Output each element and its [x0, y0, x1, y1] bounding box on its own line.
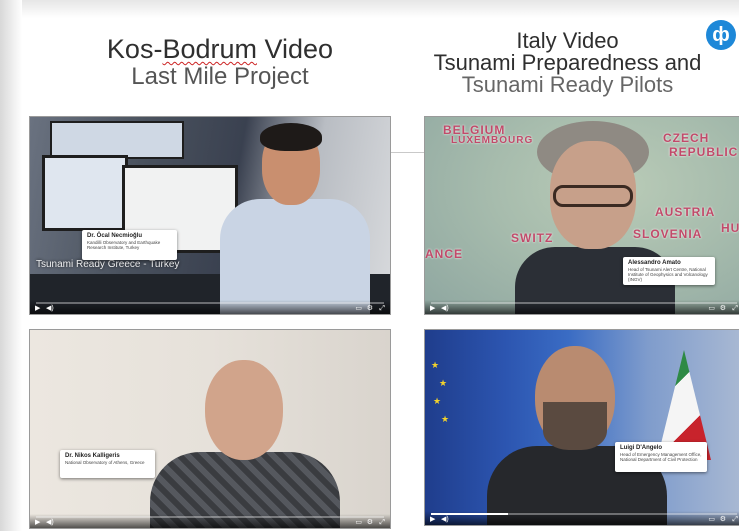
flag-star: ★	[439, 378, 448, 388]
play-icon[interactable]: ▶	[35, 305, 40, 313]
speaker-affiliation: Head of Emergency Management Office, Nat…	[620, 451, 702, 463]
right-section-heading: Italy Video Tsunami Preparedness and Tsu…	[405, 30, 730, 96]
speaker-name-card: Luigi D'Angelo Head of Emergency Managem…	[615, 442, 707, 472]
speaker-name: Luigi D'Angelo	[620, 445, 663, 451]
speaker-name: Alessandro Amato	[628, 260, 681, 266]
speaker-name: Dr. Nikos Kalligeris	[65, 453, 120, 459]
captions-icon[interactable]: ▭	[355, 305, 362, 313]
progress-bar[interactable]	[36, 516, 384, 518]
map-label: LUXEMBOURG	[451, 135, 534, 146]
flag-star: ★	[431, 360, 440, 370]
speaker-name: Dr. Öcal Necmioğlu	[87, 233, 143, 239]
video-control-bar: ▶ ◀) ▭ ⚙ ⤢	[425, 511, 739, 525]
settings-icon[interactable]: ⚙	[367, 305, 373, 313]
left-heading-line2: Last Mile Project	[131, 63, 309, 90]
left-heading-prefix: Kos-	[106, 34, 163, 64]
speaker-name-card: Dr. Nikos Kalligeris National Observator…	[60, 450, 155, 478]
left-heading-location-word: Bodrum	[162, 34, 257, 64]
speaker-name-card: Alessandro Amato Head of Tsunami Alert C…	[623, 257, 715, 285]
left-section-heading: Kos-Bodrum Video Last Mile Project	[60, 36, 380, 89]
fullscreen-icon[interactable]: ⤢	[732, 305, 738, 313]
map-label: CZECH	[663, 131, 710, 145]
video-player-kos-bodrum-2[interactable]: Dr. Nikos Kalligeris National Observator…	[30, 330, 390, 528]
speaker-affiliation: Head of Tsunami Alert Centre, National I…	[628, 266, 708, 283]
flag-star: ★	[441, 414, 450, 424]
fullscreen-icon[interactable]: ⤢	[732, 516, 738, 524]
speaker-affiliation: National Observatory of Athens, Greece	[65, 459, 145, 465]
glasses	[553, 185, 633, 207]
play-icon[interactable]: ▶	[35, 519, 40, 527]
play-icon[interactable]: ▶	[430, 516, 435, 524]
video-player-kos-bodrum-1[interactable]: Tsunami Ready Greece - Turkey Dr. Öcal N…	[30, 117, 390, 314]
connector-line	[390, 152, 425, 153]
left-heading-line1: Kos-Bodrum Video	[60, 36, 380, 63]
play-icon[interactable]: ▶	[430, 305, 435, 313]
volume-icon[interactable]: ◀)	[441, 305, 449, 313]
map-label: AUSTRIA	[655, 205, 716, 219]
monitor-screen	[42, 155, 128, 231]
left-shadow	[0, 0, 22, 531]
speaker-affiliation: Kandilli Observatory and Earthquake Rese…	[87, 239, 161, 251]
volume-icon[interactable]: ◀)	[46, 305, 54, 313]
map-label: ANCE	[425, 247, 464, 261]
video-control-bar: ▶ ◀) ▭ ⚙ ⤢	[425, 300, 739, 314]
flag-star: ★	[433, 396, 442, 406]
map-label: SLOVENIA	[633, 227, 703, 241]
map-label: SWITZ	[511, 231, 554, 245]
speaker-beard	[543, 402, 607, 450]
right-heading-line3: Tsunami Ready Pilots	[461, 72, 674, 97]
settings-icon[interactable]: ⚙	[720, 305, 726, 313]
progress-bar[interactable]	[431, 302, 737, 304]
progress-fill	[431, 513, 508, 515]
captions-icon[interactable]: ▭	[355, 519, 362, 527]
top-shadow	[0, 0, 739, 18]
monitor-screen	[50, 121, 184, 159]
video-player-italy-2[interactable]: ★ ★ ★ ★ Luigi D'Angelo Head of Emergency…	[425, 330, 739, 525]
speaker-name-card: Dr. Öcal Necmioğlu Kandilli Observatory …	[82, 230, 177, 260]
fullscreen-icon[interactable]: ⤢	[379, 519, 385, 527]
video-control-bar: ▶ ◀) ▭ ⚙ ⤢	[30, 300, 390, 314]
settings-icon[interactable]: ⚙	[367, 519, 373, 527]
captions-icon[interactable]: ▭	[708, 516, 715, 524]
settings-icon[interactable]: ⚙	[720, 516, 726, 524]
fullscreen-icon[interactable]: ⤢	[379, 305, 385, 313]
captions-icon[interactable]: ▭	[708, 305, 715, 313]
map-label: REPUBLIC	[669, 145, 739, 159]
speaker-hair	[260, 123, 322, 151]
map-label: HUN	[721, 221, 739, 235]
right-heading-line1: Italy Video	[516, 28, 619, 53]
speaker-head	[205, 360, 283, 460]
video-caption: Tsunami Ready Greece - Turkey	[36, 259, 180, 270]
ocean-organization-logo-icon: ф	[706, 20, 736, 50]
speaker-figure	[220, 199, 370, 314]
volume-icon[interactable]: ◀)	[441, 516, 449, 524]
video-player-italy-1[interactable]: BELGIUM LUXEMBOURG CZECH REPUBLIC AUSTRI…	[425, 117, 739, 314]
progress-bar[interactable]	[36, 302, 384, 304]
volume-icon[interactable]: ◀)	[46, 519, 54, 527]
logo-glyph: ф	[712, 23, 730, 46]
right-heading-line2: Tsunami Preparedness and	[433, 50, 702, 75]
progress-bar[interactable]	[431, 513, 737, 515]
video-control-bar: ▶ ◀) ▭ ⚙ ⤢	[30, 514, 390, 528]
left-heading-suffix: Video	[257, 34, 334, 64]
